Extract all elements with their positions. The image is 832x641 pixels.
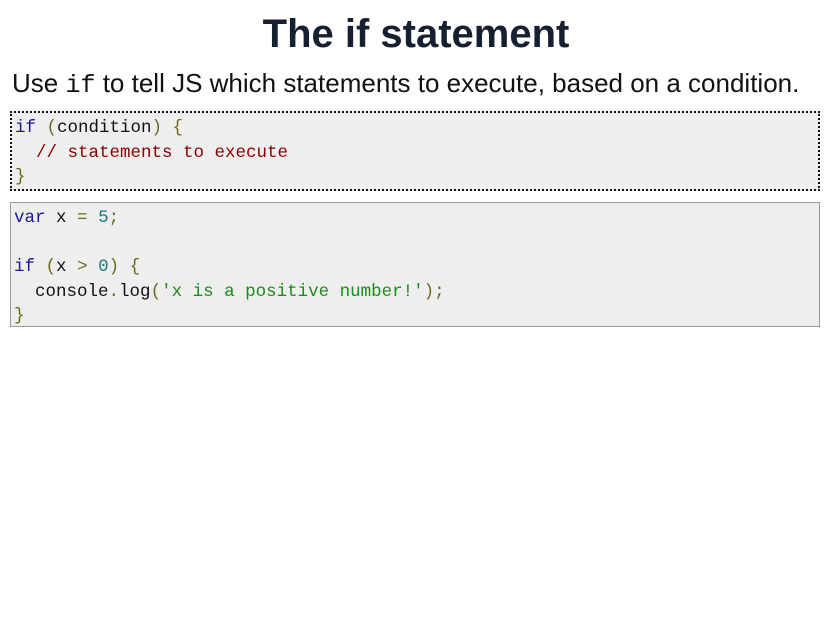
indent-token [14,282,35,302]
identifier-token: log [119,281,151,302]
code-line: if (condition) { [15,116,816,141]
punctuation-token: . [108,281,120,302]
punctuation-token: ( [150,281,162,302]
punctuation-token: = [77,208,88,228]
comment-token: // statements to execute [36,142,289,163]
slide: The if statement Use if to tell JS which… [0,0,832,641]
keyword-token: if [14,257,36,277]
intro-text: Use if to tell JS which statements to ex… [12,66,799,103]
punctuation-token: ( [36,118,58,138]
punctuation-token: } [15,167,26,187]
keyword-token: if [15,118,37,138]
punctuation-token: { [119,257,141,277]
identifier-token: x [45,208,78,228]
intro-text-end: to tell JS which statements to execute, … [95,68,800,98]
number-token: 0 [98,257,109,277]
punctuation-token: ; [108,208,120,228]
string-token: 'x is a positive number!' [161,281,424,302]
punctuation-token: ); [423,281,445,302]
punctuation-token: ) { [151,118,184,138]
syntax-code-editor[interactable]: if (condition) { // statements to execut… [10,111,820,191]
punctuation-token: ( [45,257,57,277]
punctuation-token: ) [108,257,120,277]
operator-token: > [66,257,99,277]
code-line: // statements to execute [15,141,816,166]
identifier-token: console [35,281,109,302]
code-line: console.log('x is a positive number!'); [14,280,817,305]
keyword-token: var [14,208,46,228]
intro-text-start: Use [12,68,66,98]
identifier-token: condition [57,118,152,138]
code-line: var x = 5; [14,206,817,231]
indent-token [15,143,36,163]
code-line: } [14,304,817,329]
number-token: 5 [98,208,109,228]
punctuation-token: } [14,306,25,326]
inline-code-if: if [65,71,96,100]
code-line: } [15,165,816,190]
identifier-token: x [56,257,67,277]
example-code-block[interactable]: var x = 5; if (x > 0) { console.log('x is… [10,202,820,327]
code-line: if (x > 0) { [14,255,817,280]
slide-title: The if statement [262,12,570,56]
